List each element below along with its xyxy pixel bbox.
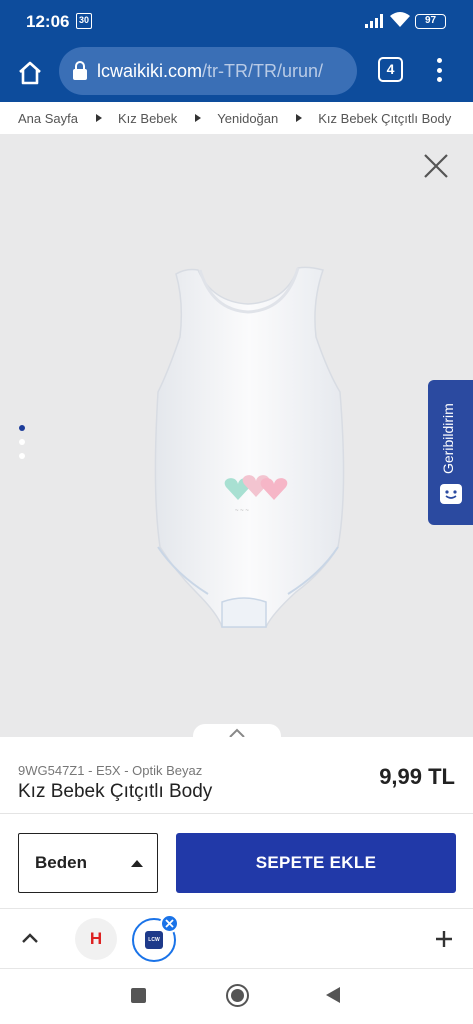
tabs-button[interactable]: 4 — [378, 57, 403, 82]
product-price: 9,99 TL — [379, 764, 455, 789]
product-gallery[interactable]: ~ ~ ~ Geribildirim — [0, 134, 473, 737]
size-select-label: Beden — [35, 853, 87, 872]
battery-icon: 97 — [415, 14, 446, 29]
add-to-cart-button[interactable]: SEPETE EKLE — [176, 833, 456, 893]
browser-toolbar: lcwaikiki.com/tr-TR/TR/urun/ 4 — [0, 44, 473, 102]
breadcrumb-separator-icon — [195, 114, 202, 122]
lcw-logo: LCW — [145, 931, 163, 949]
breadcrumb-separator-icon — [96, 114, 102, 122]
product-info: 9WG547Z1 - E5X - Optik Beyaz Kız Bebek Ç… — [0, 737, 473, 813]
product-code: 9WG547Z1 - E5X - Optik Beyaz — [18, 763, 203, 778]
gallery-dot[interactable] — [19, 453, 25, 459]
feedback-face-icon — [440, 484, 462, 504]
gallery-dot[interactable] — [19, 439, 25, 445]
breadcrumb-item-current[interactable]: Kız Bebek Çıtçıtlı Body — [318, 111, 451, 126]
system-nav-bar — [0, 969, 473, 1024]
gallery-pagination — [19, 425, 29, 467]
url-text: lcwaikiki.com/tr-TR/TR/urun/ — [97, 61, 323, 82]
notification-icon: 30 — [76, 13, 92, 29]
breadcrumb-item-yenidogan[interactable]: Yenidoğan — [217, 111, 278, 126]
tab-h-letter: H — [89, 929, 103, 948]
wifi-icon — [390, 12, 410, 33]
status-time: 12:06 — [26, 12, 70, 31]
breadcrumb-item-home[interactable]: Ana Sayfa — [18, 111, 78, 126]
signal-icon — [365, 14, 383, 33]
svg-text:~ ~ ~: ~ ~ ~ — [235, 508, 249, 514]
url-bar[interactable]: lcwaikiki.com/tr-TR/TR/urun/ — [59, 47, 357, 95]
purchase-bar: Beden SEPETE EKLE — [0, 813, 473, 908]
close-icon[interactable] — [160, 914, 179, 933]
menu-icon[interactable] — [427, 55, 451, 85]
size-select[interactable]: Beden — [18, 833, 158, 893]
breadcrumb-item-kiz-bebek[interactable]: Kız Bebek — [118, 111, 177, 126]
tab-thumbnail-h[interactable]: H — [75, 918, 117, 960]
feedback-label: Geribildirim — [440, 403, 456, 474]
chevron-up-icon — [229, 728, 245, 737]
browser-tab-strip: H LCW — [0, 908, 473, 969]
breadcrumb-separator-icon — [296, 114, 303, 122]
breadcrumb: Ana Sayfa Kız Bebek Yenidoğan Kız Bebek … — [0, 102, 473, 134]
url-path: /tr-TR/TR/urun/ — [202, 60, 324, 81]
close-icon[interactable] — [422, 152, 450, 180]
expand-handle[interactable] — [193, 724, 281, 737]
recents-icon[interactable] — [131, 988, 146, 1003]
status-bar: 12:06 30 97 — [0, 0, 473, 44]
feedback-tab[interactable]: Geribildirim — [428, 380, 473, 525]
gallery-dot[interactable] — [19, 425, 25, 431]
caret-up-icon — [131, 859, 143, 867]
home-button[interactable] — [12, 55, 48, 91]
url-domain: lcwaikiki.com — [97, 60, 203, 81]
home-nav-icon[interactable] — [226, 984, 249, 1007]
plus-icon[interactable] — [432, 927, 456, 951]
product-name: Kız Bebek Çıtçıtlı Body — [18, 781, 213, 802]
product-image: ~ ~ ~ — [154, 266, 345, 628]
lock-icon — [71, 60, 89, 82]
home-icon — [19, 61, 41, 85]
back-icon[interactable] — [326, 987, 340, 1003]
chevron-up-icon[interactable] — [18, 927, 42, 951]
